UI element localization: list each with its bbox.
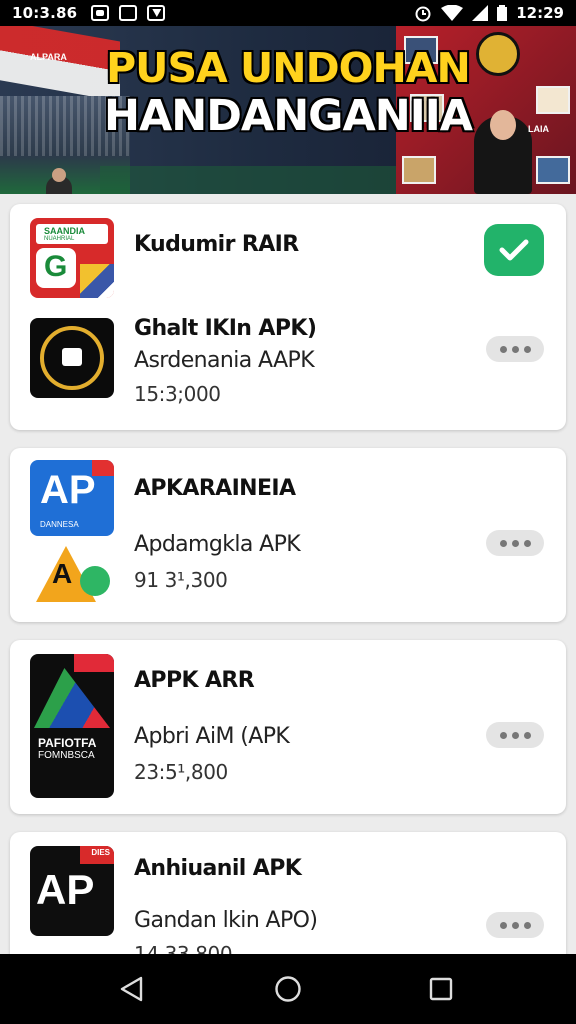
app-subtitle: Apdamgkla APK <box>134 532 301 557</box>
navigation-bar <box>0 954 576 1024</box>
signal-icon <box>472 5 489 21</box>
app-download-count: 91 3¹,300 <box>134 568 228 592</box>
child-figure <box>46 168 72 194</box>
notification-b-icon <box>91 5 110 21</box>
flag-text: ALPARA <box>30 52 67 62</box>
recents-icon <box>429 977 453 1001</box>
collage-tile <box>536 86 570 114</box>
dot-icon <box>511 539 519 547</box>
app-subtitle: Gandan lkin APO) <box>134 908 318 933</box>
more-options-button[interactable] <box>486 912 544 938</box>
app-name[interactable]: Anhiuanil APK <box>134 856 302 881</box>
icon-stripe <box>80 264 114 298</box>
check-icon <box>499 239 529 261</box>
icon-emblem-core <box>62 348 82 366</box>
icon-check-badge <box>80 566 110 596</box>
app-icon[interactable]: A <box>30 542 114 606</box>
app-download-count: 23:5¹,800 <box>134 760 228 784</box>
dot-icon <box>499 731 507 739</box>
app-icon[interactable]: AP DIES <box>30 846 114 936</box>
icon-caption2: FOMNBSCA <box>38 750 95 761</box>
dot-icon <box>523 921 531 929</box>
promo-banner[interactable]: PUSA UNDOHAN HANDANGANIIA ALPARA LAIA <box>0 26 576 194</box>
person-figure <box>474 110 532 194</box>
icon-letter: AP <box>40 468 96 512</box>
emblem-icon <box>476 32 520 76</box>
home-icon <box>275 976 301 1002</box>
status-time-left: 10:3.86 <box>12 4 78 22</box>
app-card[interactable]: AP DANNESA APKARAINEIA A Apdamgkla APK 9… <box>10 448 566 622</box>
recents-button[interactable] <box>426 974 456 1004</box>
more-options-button[interactable] <box>486 530 544 556</box>
app-name[interactable]: Kudumir RAIR <box>134 232 299 257</box>
notification-store-icon <box>147 5 166 21</box>
icon-text-top: SAANDIA <box>44 226 86 236</box>
dot-icon <box>499 345 507 353</box>
system-icons: 12:29 <box>414 4 564 22</box>
more-options-button[interactable] <box>486 336 544 362</box>
banner-title-line1: PUSA UNDOHAN <box>106 44 471 92</box>
collage-tile <box>536 156 570 184</box>
home-button[interactable] <box>273 974 303 1004</box>
app-icon[interactable]: AP DANNESA <box>30 460 114 536</box>
dot-icon <box>523 539 531 547</box>
dot-icon <box>511 731 519 739</box>
icon-letter: A <box>52 558 73 589</box>
icon-letter: G <box>44 250 68 283</box>
icon-text-sub: NUAHRIAL <box>44 236 75 242</box>
notification-icons <box>91 5 166 21</box>
app-download-count: 15:3;000 <box>134 382 221 406</box>
back-button[interactable] <box>116 974 146 1004</box>
icon-caption: DANNESA <box>40 520 79 529</box>
wifi-icon <box>441 5 464 21</box>
app-icon[interactable] <box>30 318 114 398</box>
more-options-button[interactable] <box>486 722 544 748</box>
alarm-icon <box>415 6 431 22</box>
icon-corner <box>74 654 114 672</box>
dot-icon <box>511 921 519 929</box>
notification-chat-icon <box>119 5 138 21</box>
icon-badge-text: DIES <box>91 848 110 857</box>
status-bar: 10:3.86 12:29 <box>0 0 576 26</box>
icon-letter: AP <box>36 866 95 913</box>
banner-title-line2: HANDANGANIIA <box>103 91 473 141</box>
back-icon <box>120 976 143 1002</box>
app-card[interactable]: PAFIOTFA FOMNBSCA APPK ARR Apbri AiM (AP… <box>10 640 566 814</box>
dot-icon <box>523 345 531 353</box>
app-card[interactable]: SAANDIA NUAHRIAL G Kudumir RAIR Ghalt IK… <box>10 204 566 430</box>
app-subtitle: Apbri AiM (APK <box>134 724 290 749</box>
app-icon[interactable]: PAFIOTFA FOMNBSCA <box>30 654 114 798</box>
app-subtitle: Asrdenania AAPK <box>134 348 315 373</box>
icon-caption1: PAFIOTFA <box>38 736 97 750</box>
app-name[interactable]: APPK ARR <box>134 668 255 693</box>
app-name[interactable]: Ghalt IKIn APK) <box>134 316 317 341</box>
dot-icon <box>499 539 507 547</box>
tile-text: LAIA <box>528 124 549 134</box>
icon-corner <box>92 460 114 476</box>
app-name[interactable]: APKARAINEIA <box>134 476 296 501</box>
installed-check-button[interactable] <box>484 224 544 276</box>
icon-shape <box>34 668 110 728</box>
dot-icon <box>523 731 531 739</box>
banner-title: PUSA UNDOHAN HANDANGANIIA <box>98 44 478 140</box>
status-time-right: 12:29 <box>516 4 564 22</box>
app-icon[interactable]: SAANDIA NUAHRIAL G <box>30 218 114 298</box>
collage-tile <box>402 156 436 184</box>
battery-icon <box>497 5 508 21</box>
dot-icon <box>499 921 507 929</box>
dot-icon <box>511 345 519 353</box>
